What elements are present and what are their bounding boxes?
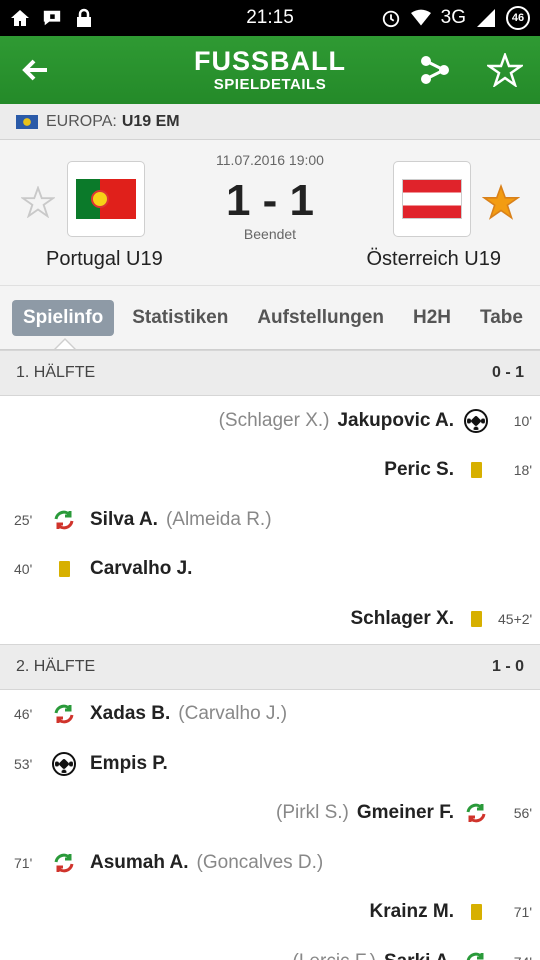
event-row[interactable]: Krainz M. 71' [0,888,540,938]
ball-shape [464,408,488,433]
sub-arrows-shape [54,704,74,724]
yellow-card-icon [464,458,488,482]
event-row[interactable]: Schlager X. 45+2' [0,594,540,644]
event-player[interactable]: Schlager X. [351,608,455,630]
substitution-icon [52,851,76,875]
event-player[interactable]: Carvalho J. [90,558,192,580]
star-outline-icon [487,53,523,87]
status-bar: 21:15 3G 46 [0,0,540,36]
event-minute: 45+2' [498,610,533,627]
event-minute: 10' [513,412,532,429]
card-shape [470,904,482,921]
event-player[interactable]: Jakupovic A. [337,410,454,432]
event-assist[interactable]: (Schlager X.) [219,410,330,432]
event-minute: 46' [14,706,33,723]
tab-statistiken[interactable]: Statistiken [121,300,239,336]
goal-ball-icon [52,751,76,776]
share-icon [421,56,449,84]
event-row[interactable]: 40' Carvalho J. [0,545,540,595]
share-button[interactable] [400,36,470,104]
tab-pointer [55,340,75,349]
event-player[interactable]: Silva A. [90,509,158,531]
sub-arrows-shape [54,853,74,873]
event-assist[interactable]: (Goncalves D.) [197,852,324,874]
sub-arrows-shape [466,952,484,960]
tab-spielinfo[interactable]: Spielinfo [12,299,115,336]
away-team-name[interactable]: Österreich U19 [367,248,502,271]
yellow-card-icon [464,607,488,631]
half-label: 1. HÄLFTE [16,364,96,381]
yellow-card-icon [52,557,76,581]
half-score: 1 - 0 [491,657,524,675]
event-row[interactable]: (Lercic F.) Sarki A. 74' [0,937,540,960]
event-player[interactable]: Krainz M. [370,901,454,923]
back-button[interactable] [0,36,70,104]
app-header: FUSSBALL SPIELDETAILS [0,36,540,104]
event-minute: 56' [513,805,532,822]
event-player[interactable]: Sarki A. [384,951,454,960]
event-row[interactable]: 53' Empis P. [0,739,540,789]
event-minute: 25' [14,511,33,528]
substitution-icon [464,801,488,825]
sub-arrows-shape [466,803,486,823]
match-header: 11.07.2016 19:00 1 - 1 Beendet Portugal … [0,140,540,286]
away-favorite-button[interactable] [481,182,521,222]
status-time: 21:15 [246,7,294,28]
austria-flag-icon [402,179,462,219]
substitution-icon [52,702,76,726]
tab-bar: Spielinfo Statistiken Aufstellungen H2H … [0,286,540,350]
star-filled-icon [482,184,520,220]
card-shape [58,561,70,578]
event-assist[interactable]: (Lercic F.) [293,951,376,960]
event-assist[interactable]: (Pirkl S.) [276,802,349,824]
match-timeline: 1. HÄLFTE 0 - 1 (Schlager X.) Jakupovic A… [0,350,540,960]
sub-arrows-shape [54,510,74,530]
event-minute: 18' [513,462,532,479]
event-minute: 71' [14,854,33,871]
tab-h2h[interactable]: H2H [402,300,462,336]
half-header: 1. HÄLFTE 0 - 1 [0,350,540,396]
card-shape [470,462,482,479]
half-header: 2. HÄLFTE 1 - 0 [0,643,540,690]
event-row[interactable]: Peric S. 18' [0,446,540,496]
event-minute: 71' [513,904,532,921]
event-row[interactable]: 71' Asumah A. (Goncalves D.) [0,838,540,888]
favorite-button[interactable] [470,36,540,104]
event-player[interactable]: Asumah A. [90,852,189,874]
arrow-left-icon [22,59,47,81]
yellow-card-icon [464,900,488,924]
ball-shape [52,751,76,776]
event-row[interactable]: 25' Silva A. (Almeida R.) [0,495,540,545]
event-assist[interactable]: (Almeida R.) [166,509,272,531]
home-team-name[interactable]: Portugal U19 [46,248,163,271]
away-team-flag[interactable] [393,161,471,237]
competition-name: U19 EM [121,112,180,130]
event-minute: 74' [498,954,532,960]
half-score: 0 - 1 [491,364,524,381]
competition-bar[interactable]: EUROPA: U19 EM [0,104,540,140]
goal-ball-icon [464,408,488,433]
competition-region: EUROPA: [46,112,117,130]
substitution-icon [52,508,76,532]
event-player[interactable]: Xadas B. [90,703,170,725]
event-assist[interactable]: (Carvalho J.) [178,703,287,725]
tab-tabelle[interactable]: Tabe [469,300,534,336]
substitution-icon [464,950,488,960]
event-player[interactable]: Empis P. [90,753,168,775]
card-shape [470,610,482,627]
half-label: 2. HÄLFTE [16,657,96,675]
event-row[interactable]: (Schlager X.) Jakupovic A. 10' [0,396,540,446]
tab-aufstellungen[interactable]: Aufstellungen [246,300,395,336]
event-player[interactable]: Peric S. [384,459,454,481]
event-row[interactable]: 46' Xadas B. (Carvalho J.) [0,690,540,740]
event-row[interactable]: (Pirkl S.) Gmeiner F. 56' [0,789,540,839]
event-player[interactable]: Gmeiner F. [357,802,454,824]
event-minute: 40' [14,561,33,578]
europe-flag-icon [16,114,38,129]
event-minute: 53' [14,755,33,772]
